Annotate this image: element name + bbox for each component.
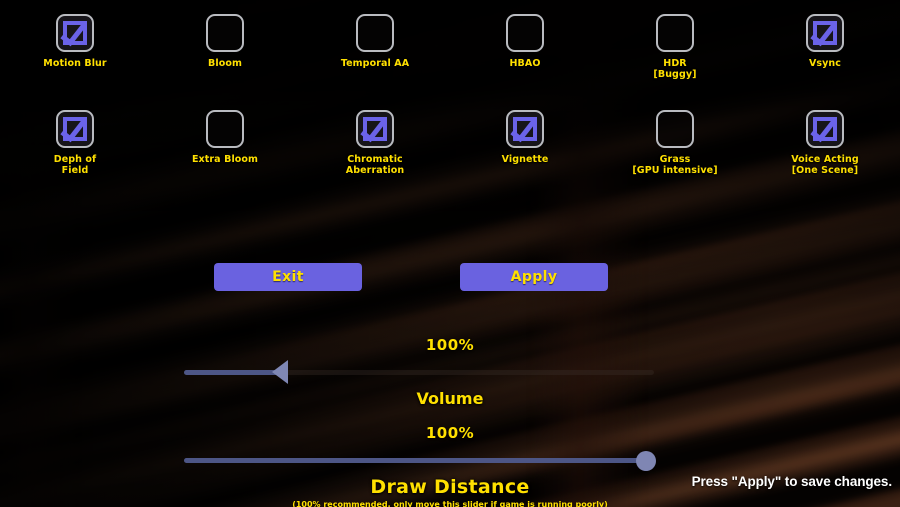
checkbox-vignette-label: Vignette <box>501 154 549 165</box>
volume-slider[interactable] <box>0 360 900 384</box>
draw-distance-value-label: 100% <box>425 424 475 442</box>
apply-button[interactable]: Apply <box>460 263 608 291</box>
checkbox-depth-of-field-label: Deph of Field <box>53 154 97 176</box>
settings-screen: Motion Blur Bloom Temporal AA HBAO HDR [… <box>0 0 900 507</box>
checkbox-bloom-label: Bloom <box>208 58 242 69</box>
checkbox-chromatic-aberration[interactable]: Chromatic Aberration <box>300 110 450 176</box>
checkbox-hbao[interactable]: HBAO <box>450 14 600 80</box>
checkbox-motion-blur-label: Motion Blur <box>43 58 107 69</box>
checkbox-depth-of-field-box[interactable] <box>56 110 94 148</box>
checkbox-grass-label: Grass [GPU intensive] <box>632 154 718 176</box>
checkbox-vignette[interactable]: Vignette <box>450 110 600 176</box>
checkbox-vignette-box[interactable] <box>506 110 544 148</box>
checkbox-hdr[interactable]: HDR [Buggy] <box>600 14 750 80</box>
checkbox-voice-acting-label: Voice Acting [One Scene] <box>791 154 859 176</box>
apply-notice-text: Press "Apply" to save changes. <box>691 474 892 489</box>
checkbox-grass[interactable]: Grass [GPU intensive] <box>600 110 750 176</box>
draw-distance-slider-group: 100% Draw Distance (100% recommended, on… <box>0 424 900 507</box>
checkbox-hbao-label: HBAO <box>509 58 541 69</box>
checkbox-voice-acting[interactable]: Voice Acting [One Scene] <box>750 110 900 176</box>
checkbox-vsync[interactable]: Vsync <box>750 14 900 80</box>
checkbox-extra-bloom-label: Extra Bloom <box>191 154 259 165</box>
checkbox-hbao-box[interactable] <box>506 14 544 52</box>
checkbox-extra-bloom-box[interactable] <box>206 110 244 148</box>
checkbox-temporal-aa-box[interactable] <box>356 14 394 52</box>
exit-button[interactable]: Exit <box>214 263 362 291</box>
checkbox-voice-acting-box[interactable] <box>806 110 844 148</box>
checkbox-temporal-aa[interactable]: Temporal AA <box>300 14 450 80</box>
checkbox-chromatic-aberration-label: Chromatic Aberration <box>345 154 405 176</box>
checkbox-chromatic-aberration-box[interactable] <box>356 110 394 148</box>
checkbox-motion-blur-box[interactable] <box>56 14 94 52</box>
volume-value-label: 100% <box>425 336 475 354</box>
volume-slider-label: Volume <box>416 389 484 408</box>
volume-slider-group: 100% Volume <box>0 336 900 408</box>
draw-distance-slider-handle[interactable] <box>636 451 656 471</box>
draw-distance-slider[interactable] <box>0 449 900 471</box>
checkbox-bloom-box[interactable] <box>206 14 244 52</box>
checkbox-vsync-label: Vsync <box>808 58 842 69</box>
checkbox-grid-row-1: Motion Blur Bloom Temporal AA HBAO HDR [… <box>0 14 900 80</box>
checkbox-extra-bloom[interactable]: Extra Bloom <box>150 110 300 176</box>
draw-distance-hint: (100% recommended, only move this slider… <box>292 500 608 507</box>
checkbox-hdr-box[interactable] <box>656 14 694 52</box>
checkbox-bloom[interactable]: Bloom <box>150 14 300 80</box>
checkbox-temporal-aa-label: Temporal AA <box>340 58 410 69</box>
checkbox-motion-blur[interactable]: Motion Blur <box>0 14 150 80</box>
checkbox-vsync-box[interactable] <box>806 14 844 52</box>
checkbox-hdr-label: HDR [Buggy] <box>653 58 697 80</box>
checkbox-grid-row-2: Deph of Field Extra Bloom Chromatic Aber… <box>0 110 900 176</box>
volume-slider-handle[interactable] <box>272 360 288 384</box>
draw-distance-slider-fill <box>184 458 646 463</box>
checkbox-depth-of-field[interactable]: Deph of Field <box>0 110 150 176</box>
checkbox-grass-box[interactable] <box>656 110 694 148</box>
